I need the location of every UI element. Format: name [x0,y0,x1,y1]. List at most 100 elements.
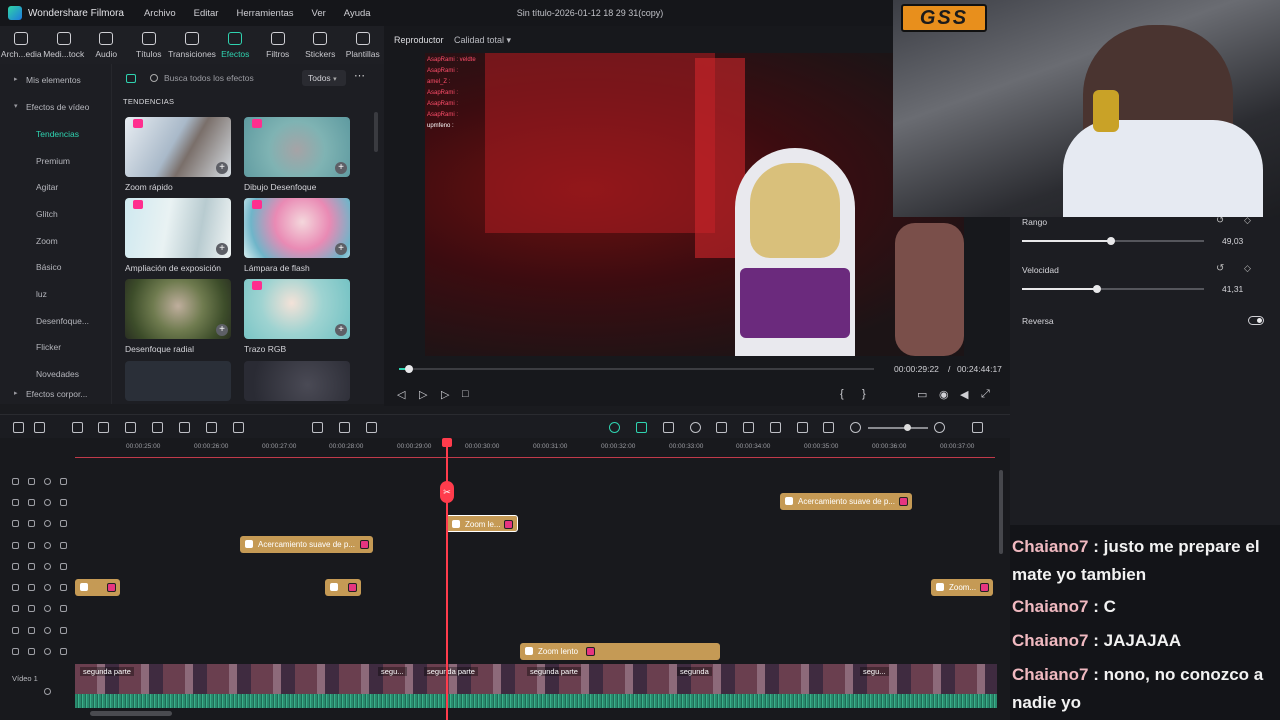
add-icon[interactable]: + [216,324,228,336]
tab-media[interactable]: Arch...edia [0,26,43,64]
lock-icon[interactable] [12,605,19,612]
link-icon[interactable] [60,563,67,570]
crop-icon[interactable] [233,422,244,433]
display-icon[interactable]: ▭ [917,388,927,401]
text-icon[interactable] [206,422,217,433]
effect-card-zoom-rapido[interactable]: + Zoom rápido [125,117,231,192]
split-marker-icon[interactable]: ✂ [440,481,454,503]
tab-titles[interactable]: Títulos [128,26,171,64]
tab-transitions[interactable]: Transiciones [168,26,216,64]
layout-icon[interactable] [13,422,24,433]
video-clip-label[interactable]: segunda parte [527,667,581,676]
link-icon[interactable] [60,648,67,655]
effect-clip[interactable]: Zoom lento [520,643,720,660]
redo-icon[interactable] [98,422,109,433]
lock-icon[interactable] [12,520,19,527]
split-icon[interactable] [152,422,163,433]
subtitle-icon[interactable] [797,422,808,433]
add-icon[interactable]: + [335,324,347,336]
tab-audio[interactable]: Audio [85,26,128,64]
sidebar-item-efectos-corporativos[interactable]: ▸ Efectos corpor... [0,381,110,407]
snap-icon[interactable] [636,422,647,433]
eye-icon[interactable] [44,478,51,485]
effect-card-trazo-rgb[interactable]: + Trazo RGB [244,279,350,354]
fullscreen-icon[interactable]: ⤢ [981,388,990,401]
zoom-out-icon[interactable] [850,422,861,433]
filter-dropdown[interactable]: Todos ▾ [302,70,346,86]
audio-waveform[interactable] [75,694,997,708]
play-icon[interactable]: ▷ [441,388,449,401]
lock-icon[interactable] [12,648,19,655]
eye-icon[interactable] [44,542,51,549]
video-clip-label[interactable]: segunda parte [80,667,134,676]
sidebar-item-agitar[interactable]: Agitar [0,174,110,200]
menu-herramientas[interactable]: Herramientas [236,8,293,19]
keyframe-icon[interactable]: ◇ [1244,263,1251,274]
menu-ver[interactable]: Ver [312,8,326,19]
add-icon[interactable]: + [335,162,347,174]
undo-icon[interactable] [72,422,83,433]
link-icon[interactable] [60,520,67,527]
step-play-icon[interactable]: ▷ [419,388,427,401]
menu-editar[interactable]: Editar [194,8,219,19]
timeline-ruler[interactable]: 00:00:25:00 00:00:26:00 00:00:27:00 00:0… [0,438,1010,462]
lock-icon[interactable] [12,563,19,570]
video-preview[interactable]: AsapRami : veldte AsapRami : amel_Z : As… [425,53,964,356]
zoom-slider[interactable] [868,424,928,431]
zoom-knob[interactable] [904,424,911,431]
sidebar-item-flicker[interactable]: Flicker [0,334,110,360]
library-icon[interactable] [126,73,136,83]
eye-icon[interactable] [44,648,51,655]
timer-icon[interactable] [339,422,350,433]
menu-ayuda[interactable]: Ayuda [344,8,371,19]
marker-icon[interactable] [690,422,701,433]
stop-icon[interactable]: □ [462,388,469,400]
link-icon[interactable] [60,478,67,485]
eye-icon[interactable] [44,688,51,695]
sidebar-item-zoom[interactable]: Zoom [0,228,110,254]
reversa-toggle[interactable] [1248,316,1264,325]
color-icon[interactable] [366,422,377,433]
video-clip-label[interactable]: segu... [378,667,407,676]
lock-icon[interactable] [12,499,19,506]
mark-in-icon[interactable]: { [840,388,844,400]
lock-icon[interactable] [12,478,19,485]
effect-clip[interactable] [325,579,361,596]
more-options-icon[interactable]: ⋯ [354,69,365,82]
link-icon[interactable] [60,499,67,506]
speaker-icon[interactable] [28,627,35,634]
sidebar-item-luz[interactable]: luz [0,281,110,307]
video-clip-label[interactable]: segunda [677,667,712,676]
playback-progress[interactable] [399,365,874,373]
delete-icon[interactable] [125,422,136,433]
eye-icon[interactable] [44,499,51,506]
effect-clip-selected[interactable]: Zoom le... [446,515,518,532]
reset-icon[interactable]: ↺ [1216,263,1224,274]
speaker-icon[interactable] [28,499,35,506]
lock-icon[interactable] [12,584,19,591]
speaker-icon[interactable] [28,478,35,485]
mixer-icon[interactable] [770,422,781,433]
link-icon[interactable] [60,605,67,612]
select-tool-icon[interactable] [34,422,45,433]
slider-knob[interactable] [1092,285,1101,293]
rango-slider[interactable] [1022,237,1204,245]
sidebar-item-mis-elementos[interactable]: ▸ Mis elementos [0,67,110,93]
add-icon[interactable]: + [216,162,228,174]
sidebar-item-basico[interactable]: Básico [0,254,110,280]
link-icon[interactable] [60,584,67,591]
microphone-icon[interactable] [743,422,754,433]
eye-icon[interactable] [44,605,51,612]
sidebar-item-premium[interactable]: Premium [0,148,110,174]
tracks-vertical-scrollbar[interactable] [999,470,1003,554]
effect-card-partial[interactable] [125,361,231,401]
timeline-scrollbar[interactable] [90,711,172,716]
speaker-icon[interactable] [28,648,35,655]
zoom-in-icon[interactable] [934,422,945,433]
snapshot-icon[interactable]: ◉ [939,388,949,401]
render-icon[interactable] [609,422,620,433]
effect-clip[interactable]: Acercamiento suave de p... [240,536,373,553]
sidebar-item-efectos-video[interactable]: ▾ Efectos de vídeo [0,94,110,120]
tab-filters[interactable]: Filtros [257,26,300,64]
sidebar-item-glitch[interactable]: Glitch [0,201,110,227]
